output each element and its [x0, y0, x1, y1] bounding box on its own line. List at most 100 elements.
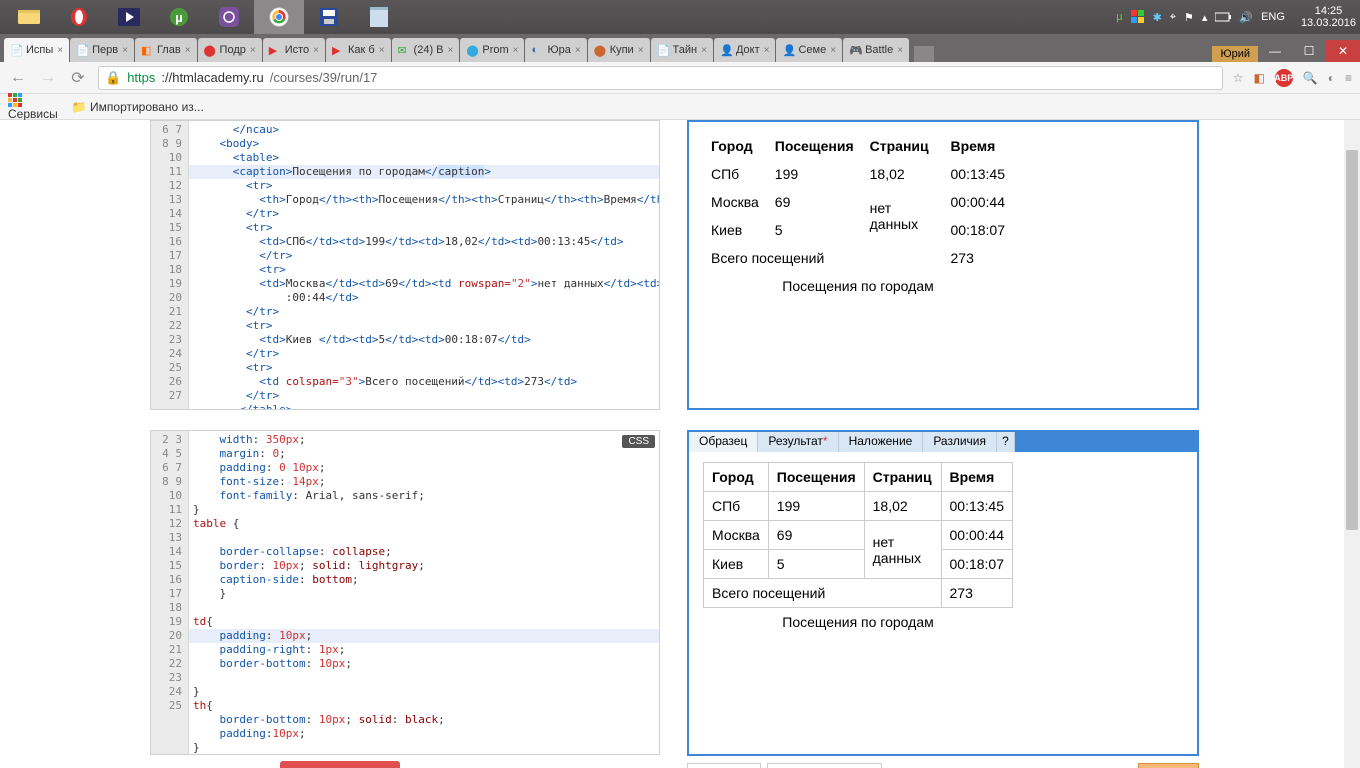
flag-tray-icon[interactable]: ⚑	[1184, 11, 1194, 24]
result-panel-sample: Образец Результат* Наложение Различия ? …	[687, 430, 1199, 756]
close-icon[interactable]: ×	[513, 45, 519, 56]
forward-button[interactable]: →	[38, 69, 58, 87]
ext2-icon[interactable]: ◐	[1328, 71, 1335, 85]
mediaplayer-icon[interactable]	[104, 0, 154, 34]
notepad-icon[interactable]	[354, 0, 404, 34]
warmer-indicator: теплее	[1138, 763, 1199, 768]
theory-button[interactable]: АТеория	[687, 763, 761, 768]
tab-13[interactable]: 🎮Battle×	[843, 38, 909, 62]
reload-button[interactable]: ⟳	[68, 68, 88, 88]
viber-icon[interactable]	[204, 0, 254, 34]
new-tab-button[interactable]	[914, 46, 934, 62]
tab-1[interactable]: 📄Перв×	[70, 38, 134, 62]
chrome-address-bar: ← → ⟳ 🔒 https://htmlacademy.ru/courses/3…	[0, 62, 1360, 94]
css-code[interactable]: width: 350px; margin: 0; padding: 0 10px…	[189, 431, 659, 754]
tab-9[interactable]: ⬤Купи×	[588, 38, 650, 62]
back-button[interactable]: ←	[8, 69, 28, 87]
bookmarks-bar: Сервисы 📁 Импортировано из...	[0, 94, 1360, 120]
maximize-button[interactable]: ☐	[1292, 40, 1326, 62]
close-icon[interactable]: ×	[897, 45, 903, 56]
explorer-icon[interactable]	[4, 0, 54, 34]
reset-button[interactable]	[280, 761, 400, 768]
tab-diff[interactable]: Различия	[923, 432, 997, 452]
lang-indicator[interactable]: ENG	[1261, 11, 1285, 23]
favicon-icon: 👤	[782, 44, 794, 56]
minimize-button[interactable]: —	[1258, 40, 1292, 62]
close-window-button[interactable]: ✕	[1326, 40, 1360, 62]
tab-4[interactable]: ▶Исто×	[263, 38, 325, 62]
tab-12[interactable]: 👤Семе×	[776, 38, 842, 62]
utorrent-icon[interactable]: µ	[154, 0, 204, 34]
sample-output-table: ГородПосещенияСтраницВремя СПб19918,0200…	[703, 462, 1013, 630]
menu-icon[interactable]: ≡	[1345, 71, 1352, 85]
tab-0[interactable]: 📄Испы×	[4, 38, 69, 62]
close-icon[interactable]: ×	[830, 45, 836, 56]
modified-indicator: *	[823, 434, 828, 448]
utorrent-tray-icon[interactable]: µ	[1116, 11, 1122, 23]
close-icon[interactable]: ×	[250, 45, 256, 56]
favicon-icon: ◧	[141, 44, 153, 56]
close-icon[interactable]: ×	[122, 45, 128, 56]
tab-8[interactable]: ◐Юра×	[525, 38, 586, 62]
tab-6[interactable]: ✉(24) В×	[392, 38, 460, 62]
chevron-up-icon[interactable]: ▴	[1202, 11, 1208, 24]
chrome-tabstrip: 📄Испы× 📄Перв× ◧Глав× ⬤Подр× ▶Исто× ▶Как …	[0, 34, 1360, 62]
tab-help[interactable]: ?	[997, 432, 1015, 452]
tab-11[interactable]: 👤Докт×	[714, 38, 776, 62]
close-icon[interactable]: ×	[575, 45, 581, 56]
opera-icon[interactable]	[54, 0, 104, 34]
imported-folder[interactable]: 📁 Импортировано из...	[72, 100, 204, 114]
check-button[interactable]: ☑Проверить (7)	[767, 763, 882, 768]
close-icon[interactable]: ×	[313, 45, 319, 56]
th-pages: Страниц	[862, 132, 943, 160]
ext1-icon[interactable]: ◧	[1253, 71, 1264, 85]
th-visits: Посещения	[767, 132, 862, 160]
windows-flag-icon[interactable]	[1131, 10, 1145, 24]
tab-overlay[interactable]: Наложение	[839, 432, 924, 452]
favicon-icon: 📄	[10, 44, 22, 56]
chrome-user-badge[interactable]: Юрий	[1212, 46, 1258, 62]
url-path: /courses/39/run/17	[270, 70, 378, 85]
tab-7[interactable]: ⬤Prom×	[460, 38, 524, 62]
tab-10[interactable]: 📄Тайн×	[651, 38, 713, 62]
close-icon[interactable]: ×	[638, 45, 644, 56]
css-editor[interactable]: CSS 2 3 4 5 6 7 8 9 10 11 12 13 14 15 16…	[150, 430, 660, 755]
scrollbar-thumb[interactable]	[1346, 150, 1358, 530]
close-icon[interactable]: ×	[185, 45, 191, 56]
favicon-icon: 📄	[657, 44, 669, 56]
save-icon[interactable]	[304, 0, 354, 34]
bt-icon[interactable]: ⌖	[1170, 11, 1176, 24]
svg-text:µ: µ	[175, 10, 183, 25]
favicon-icon: ⬤	[204, 44, 216, 56]
favicon-icon: ▶	[332, 44, 344, 56]
tab-sample[interactable]: Образец	[689, 432, 758, 452]
clock[interactable]: 14:25 13.03.2016	[1301, 5, 1356, 29]
tab-5[interactable]: ▶Как б×	[326, 38, 391, 62]
html-editor[interactable]: 6 7 8 9 10 11 12 13 14 15 16 17 18 19 20…	[150, 120, 660, 410]
tab-result[interactable]: Результат*	[758, 432, 838, 452]
adblock-icon[interactable]: ABP	[1275, 69, 1293, 87]
volume-icon[interactable]: 🔊	[1239, 11, 1253, 24]
close-icon[interactable]: ×	[57, 45, 63, 56]
th-time: Время	[943, 132, 1014, 160]
window-controls: — ☐ ✕	[1258, 40, 1360, 62]
html-code[interactable]: </ncau> <body> <table> <caption>Посещени…	[189, 121, 659, 409]
close-icon[interactable]: ×	[764, 45, 770, 56]
bluetooth-icon[interactable]: ✱	[1153, 11, 1162, 24]
favicon-icon: ⬤	[466, 44, 478, 56]
star-icon[interactable]: ☆	[1233, 71, 1244, 85]
close-icon[interactable]: ×	[701, 45, 707, 56]
battery-icon[interactable]	[1215, 12, 1231, 22]
page-scrollbar[interactable]	[1344, 120, 1360, 768]
search-ext-icon[interactable]: 🔍	[1303, 71, 1318, 85]
apps-button[interactable]: Сервисы	[8, 93, 58, 121]
tab-2[interactable]: ◧Глав×	[135, 38, 197, 62]
close-icon[interactable]: ×	[379, 45, 385, 56]
close-icon[interactable]: ×	[448, 45, 454, 56]
omnibox[interactable]: 🔒 https://htmlacademy.ru/courses/39/run/…	[98, 66, 1223, 90]
favicon-icon: ▶	[269, 44, 281, 56]
tab-3[interactable]: ⬤Подр×	[198, 38, 262, 62]
html-gutter: 6 7 8 9 10 11 12 13 14 15 16 17 18 19 20…	[151, 121, 189, 409]
clock-time: 14:25	[1301, 5, 1356, 17]
chrome-icon[interactable]	[254, 0, 304, 34]
